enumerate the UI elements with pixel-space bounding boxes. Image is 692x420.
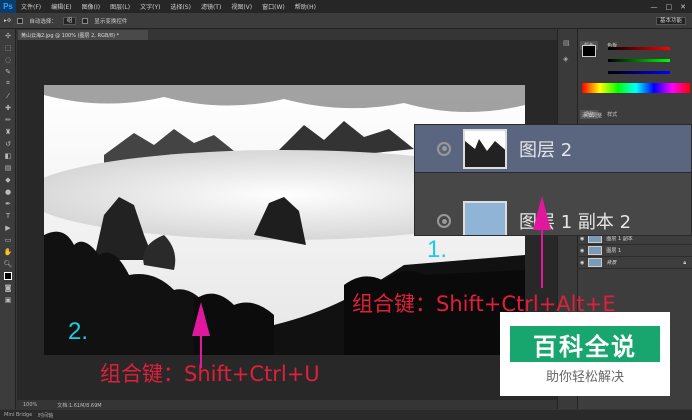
watermark: 百科全说 助你轻松解决 (500, 312, 670, 396)
watermark-logo: 百科全说 (510, 326, 660, 362)
arrow-icon-2 (192, 302, 210, 368)
photoshop-window: Ps 文件(F) 编辑(E) 图像(I) 图层(L) 文字(Y) 选择(S) 滤… (0, 0, 692, 420)
arrow-icon-1 (533, 196, 551, 288)
watermark-subtitle: 助你轻松解决 (545, 370, 624, 385)
